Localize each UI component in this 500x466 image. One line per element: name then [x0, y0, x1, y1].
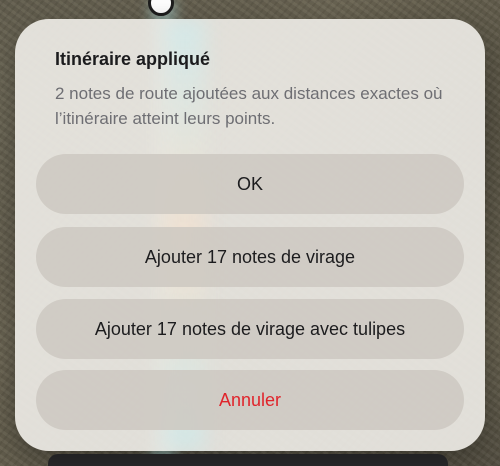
add-turn-notes-tulips-button[interactable]: Ajouter 17 notes de virage avec tulipes [36, 299, 464, 359]
alert-title: Itinéraire appliqué [55, 49, 211, 69]
ok-button[interactable]: OK [36, 154, 464, 214]
add-turn-notes-button[interactable]: Ajouter 17 notes de virage [36, 227, 464, 287]
map-background: Itinéraire appliqué 2 notes de route ajo… [0, 0, 500, 466]
alert-message: 2 notes de route ajoutées aux distances … [55, 84, 443, 128]
alert-dialog: Itinéraire appliqué 2 notes de route ajo… [15, 19, 485, 451]
bottom-toolbar [48, 454, 448, 466]
cancel-button[interactable]: Annuler [36, 370, 464, 430]
